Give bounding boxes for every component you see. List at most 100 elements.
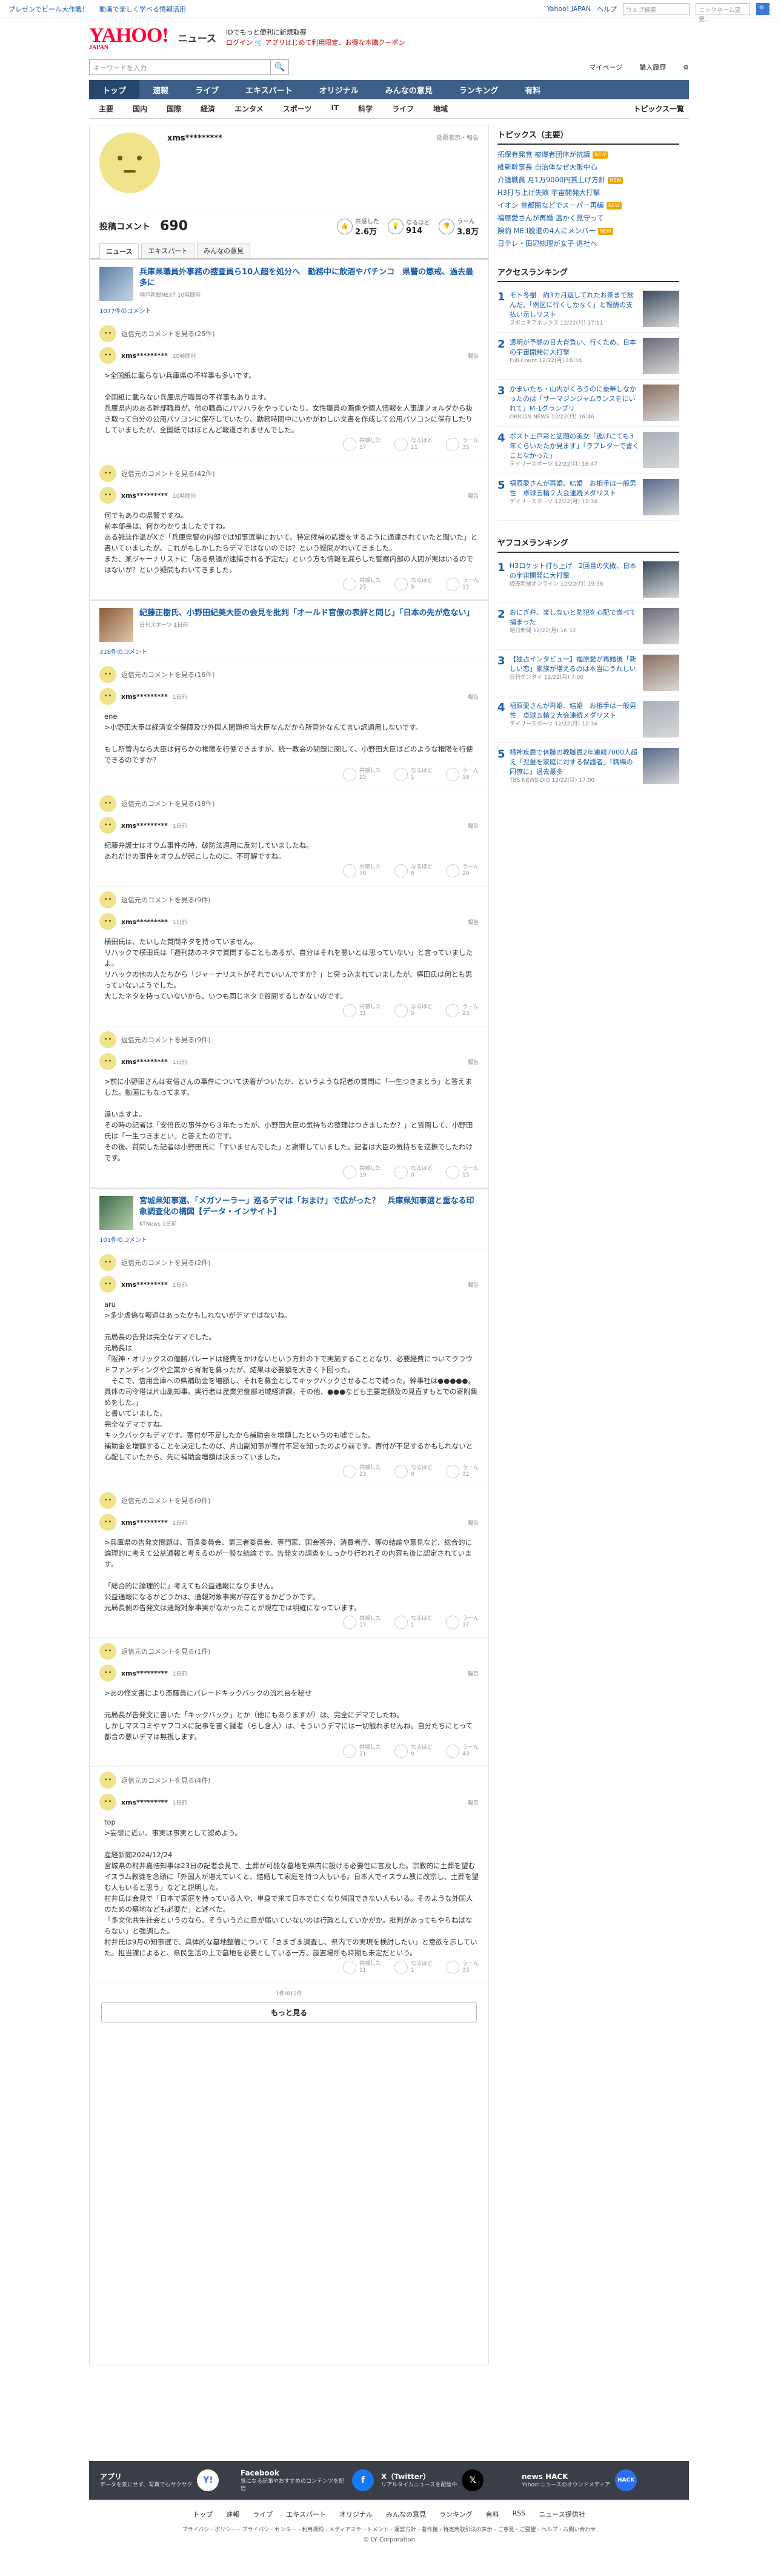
- article-thumbnail[interactable]: [99, 608, 133, 642]
- insight-button[interactable]: なるほど 0: [394, 1465, 433, 1478]
- footer-nav-item[interactable]: RSS: [513, 2509, 526, 2519]
- topic-item[interactable]: 維新幹事長 自治体なぜ大阪中心: [497, 161, 679, 174]
- parent-link-text[interactable]: 返信元のコメントを見る(25件): [121, 329, 215, 339]
- nav-top[interactable]: トップ: [89, 80, 140, 99]
- insight-button[interactable]: なるほど 0: [394, 1166, 433, 1179]
- report-link[interactable]: 報告: [468, 693, 479, 701]
- ranking-item[interactable]: 3 かまいたち・山内がくろうのに豪華しなかったのは「サーマジンジャムランスをにいれ…: [497, 380, 679, 427]
- parent-link-text[interactable]: 返信元のコメントを見る(9件): [121, 895, 211, 905]
- rank-title[interactable]: おにぎ弁、楽しないと防犯を心配で食べて捕まった: [510, 609, 636, 626]
- ranking-item[interactable]: 1 H3ロケット打ち上げ 2回目の失敗、日本の宇宙開発に大打撃 読売新聞オンライン …: [497, 556, 679, 603]
- rank-thumbnail[interactable]: [643, 432, 679, 468]
- subnav-item[interactable]: エンタメ: [225, 104, 273, 114]
- article-title[interactable]: 宮城県知事選、「メガソーラー」巡るデマは「おまけ」で広がった？ 兵庫県知事選と重…: [139, 1196, 479, 1218]
- rank-text[interactable]: おにぎ弁、楽しないと防犯を心配で食べて捕まった 朝日新聞 12/22(月) 16:…: [510, 608, 639, 644]
- rank-text[interactable]: 福原愛さんが再婚、結婚 お相手は一般男性 卓球五輪２大会連続メダリスト デイリース…: [510, 701, 639, 738]
- rank-thumbnail[interactable]: [643, 479, 679, 515]
- insight-button[interactable]: なるほど 1: [394, 768, 433, 781]
- topic-item[interactable]: 介護職員 月1万9000円賃上げ方針 NEW: [497, 174, 679, 187]
- parent-link-text[interactable]: 返信元のコメントを見る(42件): [121, 469, 215, 478]
- yahoo-japan-link[interactable]: Yahoo! JAPAN: [547, 5, 591, 13]
- article-thumbnail[interactable]: [99, 1196, 133, 1230]
- rank-title[interactable]: H3ロケット打ち上げ 2回目の失敗、日本の宇宙開発に大打撃: [510, 562, 636, 580]
- topbar-link-0[interactable]: プレゼンでビール大作戦！: [8, 4, 88, 14]
- nav-live[interactable]: ライブ: [182, 80, 232, 99]
- parent-comment-link[interactable]: 返信元のコメントを見る(4件): [99, 1772, 479, 1789]
- subnav-item[interactable]: 経済: [191, 104, 225, 114]
- rank-title[interactable]: かまいたち・山内がくろうのに豪華しなかったのは「サーマジンジャムランスをにいれて…: [510, 385, 636, 412]
- disagree-button[interactable]: うーん 15: [445, 578, 479, 591]
- parent-comment-link[interactable]: 返信元のコメントを見る(1件): [99, 1643, 479, 1660]
- report-link[interactable]: 報告: [468, 1058, 479, 1066]
- purchase-history-link[interactable]: 購入履歴: [639, 62, 666, 72]
- article-title[interactable]: 紀藤正樹氏、小野田紀美大臣の会見を批判「オールド官僚の表評と同じ」「日本の先が危…: [139, 608, 474, 619]
- tab-opinions[interactable]: みんなの意見: [197, 243, 251, 258]
- subnav-item[interactable]: 国際: [157, 104, 191, 114]
- subnav-item[interactable]: ライフ: [382, 104, 424, 114]
- parent-comment-link[interactable]: 返信元のコメントを見る(2件): [99, 1254, 479, 1271]
- subnav-item[interactable]: 科学: [348, 104, 382, 114]
- insight-button[interactable]: なるほど 1: [394, 1961, 433, 1974]
- search-icon[interactable]: 🔍: [756, 2, 770, 15]
- report-link[interactable]: 報告: [468, 918, 479, 926]
- empathy-button[interactable]: 共感した 31: [342, 1004, 381, 1017]
- disagree-button[interactable]: うーん 35: [445, 438, 479, 451]
- report-link[interactable]: 報告: [468, 1519, 479, 1527]
- ranking-item[interactable]: 4 福原愛さんが再婚、結婚 お相手は一般男性 卓球五輪２大会連続メダリスト デイリー…: [497, 696, 679, 743]
- rank-thumbnail[interactable]: [643, 338, 679, 374]
- rank-text[interactable]: かまいたち・山内がくろうのに豪華しなかったのは「サーマジンジャムランスをにいれて…: [510, 385, 639, 421]
- topbar-link-1[interactable]: 動画で楽しく学べる情報活用: [99, 4, 186, 14]
- parent-link-text[interactable]: 返信元のコメントを見る(1件): [121, 1646, 211, 1656]
- article-title[interactable]: 兵庫県職員外事務の捜査員ら10人超を処分へ 勤務中に飲酒やパチンコ 県警の懲戒、…: [139, 267, 479, 289]
- footer-x[interactable]: X（Twitter） リアルタイムニュースを配信中 𝕏: [381, 2469, 514, 2491]
- topic-title[interactable]: 拓保有発覚 被爆者団体が抗議: [497, 148, 590, 161]
- rank-title[interactable]: 精神疾患で休職の教職員2年連続7000人超え「児童を家庭に対する保護者」「職場の…: [510, 748, 637, 776]
- subnav-item[interactable]: 地域: [424, 104, 457, 114]
- footer-nav-item[interactable]: 有料: [486, 2509, 499, 2519]
- topic-title[interactable]: 日テレ・田辺総理が女子 退社へ: [497, 237, 597, 250]
- insight-button[interactable]: なるほど 0: [394, 864, 433, 877]
- parent-comment-link[interactable]: 返信元のコメントを見る(9件): [99, 1031, 479, 1048]
- parent-link-text[interactable]: 返信元のコメントを見る(18件): [121, 799, 215, 808]
- rank-title[interactable]: 福原愛さんが再婚、結婚 お相手は一般男性 卓球五輪２大会連続メダリスト: [510, 480, 636, 497]
- insight-button[interactable]: なるほど 5: [394, 1004, 433, 1017]
- rank-text[interactable]: 福原愛さんが再婚、結婚 お相手は一般男性 卓球五輪２大会連続メダリスト デイリース…: [510, 479, 639, 515]
- report-link[interactable]: 報告: [468, 1281, 479, 1289]
- rank-thumbnail[interactable]: [643, 655, 679, 691]
- parent-comment-link[interactable]: 返信元のコメントを見る(9件): [99, 891, 479, 908]
- tab-expert[interactable]: エキスパート: [141, 243, 195, 258]
- topics-list-link[interactable]: トピックス一覧: [633, 104, 689, 114]
- article-comment-count[interactable]: 101件のコメント: [90, 1234, 488, 1249]
- topic-title[interactable]: イオン 首都圏などでスーパー再編: [497, 199, 604, 212]
- yahoo-logo[interactable]: YAHOO! JAPAN: [89, 24, 169, 51]
- topic-title[interactable]: 維新幹事長 自治体なぜ大阪中心: [497, 161, 597, 174]
- ranking-item[interactable]: 4 ポスト上戸彩と話題の美女「逃げにても3年くらいたたか見ます」「ラブレターで書く…: [497, 427, 679, 474]
- ranking-item[interactable]: 3 【独占インタビュー】福原愛が再婚後「新しい恋」家族が増えるのは本当にうれしい日…: [497, 650, 679, 696]
- ranking-item[interactable]: 5 精神疾患で休職の教職員2年連続7000人超え「児童を家庭に対する保護者」「職場…: [497, 743, 679, 790]
- footer-nav-item[interactable]: みんなの意見: [386, 2509, 426, 2519]
- disagree-button[interactable]: うーん 32: [445, 1465, 479, 1478]
- search-button[interactable]: 🔍: [271, 59, 289, 75]
- rank-title[interactable]: 透明が予想の日大背負い、行くため、日本の宇宙開発に大打撃: [510, 339, 636, 356]
- empathy-button[interactable]: 共感した 19: [342, 1166, 381, 1179]
- disagree-button[interactable]: うーん 18: [445, 768, 479, 781]
- empathy-button[interactable]: 共感した 17: [342, 1616, 381, 1629]
- login-promo[interactable]: IDでもっと便利に新規取得 ログイン 🛒 アプリはじめて利用限定、お得な本購クー…: [226, 27, 405, 48]
- parent-link-text[interactable]: 返信元のコメントを見る(9件): [121, 1035, 211, 1045]
- ranking-item[interactable]: 5 福原愛さんが再婚、結婚 お相手は一般男性 卓球五輪２大会連続メダリスト デイリー…: [497, 474, 679, 521]
- topic-title[interactable]: H3打ち上げ失敗 宇宙開発大打撃: [497, 187, 600, 199]
- footer-facebook[interactable]: Facebook 気になる記事やおすすめのコンテンツを配信 f: [241, 2468, 374, 2492]
- empathy-button[interactable]: 共感した 25: [342, 768, 381, 781]
- topic-item[interactable]: 険豹 ME:I脱退の4人にメンバー NEW: [497, 225, 679, 237]
- parent-comment-link[interactable]: 返信元のコメントを見る(42件): [99, 465, 479, 482]
- load-more-button[interactable]: もっと見る: [101, 2002, 477, 2023]
- rank-thumbnail[interactable]: [643, 748, 679, 784]
- insight-button[interactable]: なるほど 5: [394, 578, 433, 591]
- article-comment-count[interactable]: 318件のコメント: [90, 646, 488, 661]
- rank-text[interactable]: H3ロケット打ち上げ 2回目の失敗、日本の宇宙開発に大打撃 読売新聞オンライン 1…: [510, 561, 639, 598]
- tab-news[interactable]: ニュース: [99, 243, 139, 259]
- gear-icon[interactable]: ⚙: [683, 64, 689, 71]
- topic-item[interactable]: H3打ち上げ失敗 宇宙開発大打撃: [497, 187, 679, 199]
- topic-title[interactable]: 介護職員 月1万9000円賃上げ方針: [497, 174, 605, 187]
- rank-text[interactable]: モト冬樹 約3カ月返してれたお茶まで飲んだ、「例区に行くしかなく」と報酬の支払い…: [510, 291, 639, 328]
